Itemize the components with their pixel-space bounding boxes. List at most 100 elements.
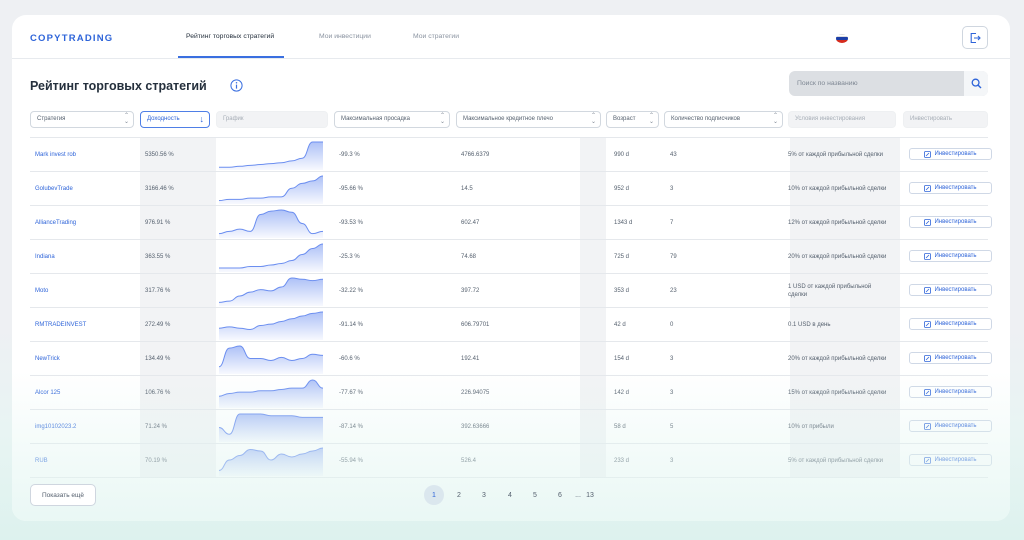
- page-button[interactable]: 5: [525, 485, 545, 505]
- sort-down-icon: ⌄: [439, 119, 445, 125]
- page-button[interactable]: 1: [424, 485, 444, 505]
- page-button[interactable]: 2: [449, 485, 469, 505]
- russia-flag-icon[interactable]: [836, 34, 848, 43]
- page-button[interactable]: 4: [500, 485, 520, 505]
- subscribers-value: 23: [670, 287, 677, 294]
- sparkline-area: [219, 312, 323, 340]
- invest-button-label: Инвестировать: [934, 253, 977, 259]
- pagination: 1 2 3 4 5 6 ... 13: [12, 485, 1010, 505]
- table-row: Indiana 363.55 % -25.3 % 74.68 725 d 79 20% от…: [30, 240, 992, 274]
- invest-button-label: Инвестировать: [934, 321, 977, 327]
- filter-max-drawdown[interactable]: Максимальная просадка ⌃ ⌄: [334, 111, 450, 128]
- drawdown-value: -87.14 %: [339, 423, 364, 430]
- age-value: 725 d: [614, 253, 630, 260]
- filter-subscribers[interactable]: Количество подписчиков ⌃ ⌄: [664, 111, 783, 128]
- invest-icon: [924, 184, 932, 192]
- top-nav: COPYTRADING Рейтинг торговых стратегий М…: [12, 15, 1010, 59]
- drawdown-value: -93.53 %: [339, 219, 364, 226]
- subscribers-value: 3: [670, 457, 674, 464]
- table-row: Moto 317.76 % -32.22 % 397.72 353 d 23 1 USD о…: [30, 274, 992, 308]
- strategy-name-link[interactable]: GolubevTrade: [35, 172, 73, 205]
- strategy-name-link[interactable]: Indiana: [35, 240, 55, 273]
- subscribers-value: 3: [670, 389, 674, 396]
- page-button[interactable]: 3: [474, 485, 494, 505]
- age-value: 990 d: [614, 151, 630, 158]
- equity-sparkline: [218, 447, 324, 476]
- equity-sparkline: [218, 413, 323, 442]
- drawdown-value: -95.66 %: [339, 185, 364, 192]
- investment-conditions: 10% от прибыли: [788, 423, 834, 430]
- invest-button[interactable]: Инвестировать: [909, 216, 992, 228]
- investment-conditions: 20% от каждой прибыльной сделки: [788, 355, 887, 362]
- column-shade: [580, 172, 606, 205]
- logout-icon: [970, 32, 981, 43]
- strategy-name-link[interactable]: Moto: [35, 274, 48, 307]
- leverage-value: 606.79701: [461, 321, 490, 328]
- yield-value: 5350.56 %: [145, 151, 174, 158]
- yield-value: 71.24 %: [145, 423, 168, 430]
- leverage-value: 397.72: [461, 287, 480, 294]
- strategy-name-link[interactable]: RMTRADEINVEST: [35, 308, 86, 341]
- table-row: GolubevTrade 3166.46 % -95.66 % 14.5 952 d 3 1…: [30, 172, 992, 206]
- leverage-value: 602.47: [461, 219, 480, 226]
- sparkline-area: [219, 210, 323, 238]
- filter-age[interactable]: Возраст ⌃ ⌄: [606, 111, 659, 128]
- sort-down-icon: ⌄: [590, 119, 596, 125]
- drawdown-value: -55.94 %: [339, 457, 364, 464]
- invest-button[interactable]: Инвестировать: [909, 182, 992, 194]
- invest-button[interactable]: Инвестировать: [909, 284, 992, 296]
- drawdown-value: -32.22 %: [339, 287, 364, 294]
- filter-label: Максимальное кредитное плечо: [463, 116, 553, 122]
- filter-invest: Инвестировать: [903, 111, 988, 128]
- filter-label: Количество подписчиков: [671, 116, 741, 122]
- invest-button[interactable]: Инвестировать: [909, 386, 992, 398]
- age-value: 233 d: [614, 457, 630, 464]
- filter-max-leverage[interactable]: Максимальное кредитное плечо ⌃ ⌄: [456, 111, 601, 128]
- invest-button[interactable]: Инвестировать: [909, 352, 992, 364]
- strategy-name-link[interactable]: RUB: [35, 444, 48, 477]
- invest-icon: [924, 354, 932, 362]
- age-value: 1343 d: [614, 219, 633, 226]
- tab-my-strategies[interactable]: Мои стратегии: [413, 33, 459, 40]
- filter-chart: График: [216, 111, 328, 128]
- leverage-value: 392.63666: [461, 423, 490, 430]
- strategy-name-link[interactable]: NewTrick: [35, 342, 60, 375]
- leverage-value: 14.5: [461, 185, 473, 192]
- strategy-name-link[interactable]: Alcor 125: [35, 376, 60, 409]
- drawdown-value: -25.3 %: [339, 253, 360, 260]
- search-box: [789, 71, 988, 96]
- filter-label: Максимальная просадка: [341, 116, 410, 122]
- invest-button[interactable]: Инвестировать: [909, 148, 992, 160]
- page-button[interactable]: 13: [580, 485, 600, 505]
- tab-my-investments[interactable]: Мои инвестиции: [319, 33, 371, 40]
- page-button[interactable]: 6: [550, 485, 570, 505]
- strategy-name-link[interactable]: img10102023.2: [35, 410, 76, 443]
- info-icon[interactable]: [230, 79, 243, 92]
- invest-button[interactable]: Инвестировать: [909, 454, 992, 466]
- drawdown-value: -91.14 %: [339, 321, 364, 328]
- search-input[interactable]: [797, 75, 957, 92]
- invest-button[interactable]: Инвестировать: [909, 250, 992, 262]
- sparkline-area: [219, 278, 323, 306]
- brand-logo[interactable]: COPYTRADING: [30, 33, 113, 44]
- tab-strategy-rating[interactable]: Рейтинг торговых стратегий: [186, 33, 274, 40]
- filter-strategy[interactable]: Стратегия ⌃ ⌄: [30, 111, 134, 128]
- subscribers-value: 0: [670, 321, 674, 328]
- logout-button[interactable]: [962, 26, 988, 49]
- table-row: AllianceTrading 976.91 % -93.53 % 602.47 134…: [30, 206, 992, 240]
- invest-button-label: Инвестировать: [934, 219, 977, 225]
- investment-conditions: 5% от каждой прибыльной сделки: [788, 457, 884, 464]
- filter-yield[interactable]: Доходность ↓: [140, 111, 210, 128]
- equity-sparkline: [218, 345, 324, 374]
- column-shade: [580, 138, 606, 171]
- strategy-name-link[interactable]: Mark invest rob: [35, 138, 76, 171]
- search-button[interactable]: [964, 71, 988, 96]
- sort-desc-icon: ↓: [199, 114, 205, 124]
- sparkline-area: [219, 142, 323, 170]
- yield-value: 106.76 %: [145, 389, 171, 396]
- invest-button[interactable]: Инвестировать: [909, 420, 992, 432]
- strategy-name-link[interactable]: AllianceTrading: [35, 206, 76, 239]
- invest-button[interactable]: Инвестировать: [909, 318, 992, 330]
- sparkline-area: [219, 414, 323, 442]
- investment-conditions: 5% от каждой прибыльной сделки: [788, 151, 884, 158]
